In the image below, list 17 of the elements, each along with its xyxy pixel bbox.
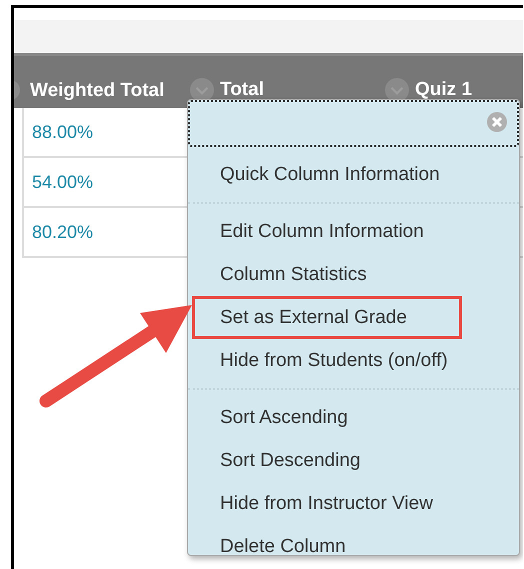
menu-item[interactable]: Edit Column Information [192,210,462,253]
chevron-icon[interactable] [385,78,409,102]
column-header: Quiz 1 [415,79,472,101]
chevron-icon[interactable] [190,78,214,102]
column-header: Weighted Total [30,80,164,102]
column-header: Total [220,79,264,101]
menu-item[interactable]: Delete Column [192,525,462,568]
table-cell[interactable]: 80.20% [24,222,94,242]
table-cell[interactable]: 88.00% [24,122,94,142]
menu-item[interactable]: Hide from Instructor View [192,482,462,525]
menu-item[interactable]: Column Statistics [192,253,462,296]
menu-item[interactable]: Sort Descending [192,439,462,482]
table-cell[interactable]: 54.00% [24,172,94,192]
menu-item[interactable]: Hide from Students (on/off) [192,339,462,382]
menu-item[interactable]: Set as External Grade [192,296,462,339]
menu-item[interactable]: Quick Column Information [192,153,462,196]
menu-item[interactable]: Sort Ascending [192,396,462,439]
